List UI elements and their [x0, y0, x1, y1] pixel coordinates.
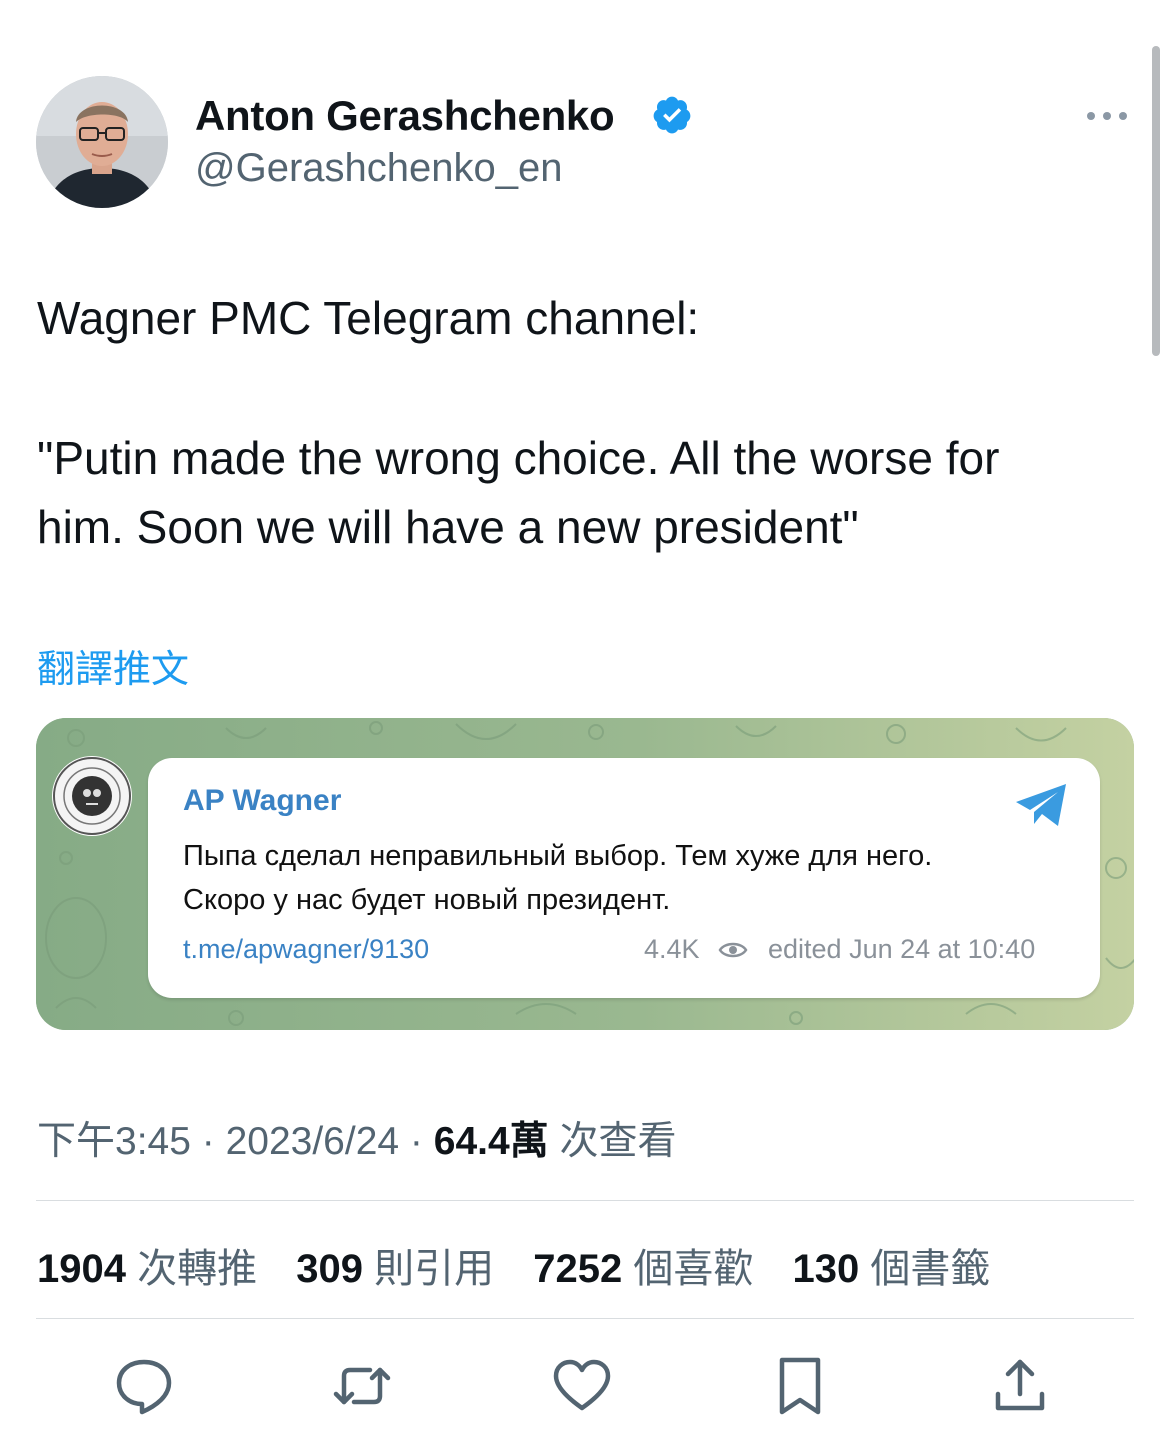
quotes-label: 則引用 — [374, 1247, 495, 1291]
engagement-stats: 1904 次轉推 309 則引用 7252 個喜歡 130 個書籤 — [37, 1236, 1018, 1294]
telegram-message-link: t.me/apwagner/9130 — [183, 934, 430, 964]
retweets-count: 1904 — [37, 1247, 126, 1291]
telegram-channel-name: AP Wagner — [183, 784, 342, 817]
bookmarks-stat[interactable]: 130 個書籤 — [792, 1247, 990, 1291]
like-icon[interactable] — [552, 1356, 612, 1416]
scrollbar[interactable] — [1152, 46, 1160, 356]
telegram-plane-icon — [1016, 784, 1066, 826]
divider — [36, 1318, 1134, 1319]
verified-badge-icon — [653, 96, 691, 134]
tweet-media-image[interactable]: AP Wagner Пыпа сделал неправильный выбор… — [36, 718, 1134, 1030]
telegram-channel-avatar — [52, 756, 132, 836]
telegram-edited-time: edited Jun 24 at 10:40 — [768, 934, 1036, 964]
tweet-meta: 下午3:45 · 2023/6/24 · 64.4萬 次查看 — [37, 1110, 677, 1166]
retweets-stat[interactable]: 1904 次轉推 — [37, 1247, 257, 1291]
telegram-message-line: Скоро у нас будет новый президент. — [183, 884, 671, 916]
likes-stat[interactable]: 7252 個喜歡 — [533, 1247, 753, 1291]
telegram-message-card: AP Wagner Пыпа сделал неправильный выбор… — [148, 758, 1100, 998]
share-icon[interactable] — [990, 1356, 1050, 1416]
eye-icon — [718, 942, 748, 958]
reply-icon[interactable] — [114, 1356, 174, 1416]
telegram-views-count: 4.4K — [644, 934, 700, 964]
author-name[interactable]: Anton Gerashchenko — [195, 92, 615, 140]
likes-count: 7252 — [533, 1247, 623, 1291]
more-options-icon[interactable] — [1084, 104, 1130, 128]
tweet-text-line: Wagner PMC Telegram channel: — [37, 292, 700, 344]
author-avatar[interactable] — [36, 76, 168, 208]
views-count: 64.4萬 — [433, 1120, 549, 1163]
quotes-stat[interactable]: 309 則引用 — [296, 1247, 494, 1291]
retweet-icon[interactable] — [332, 1356, 392, 1416]
tweet-detail-page: Anton Gerashchenko @Gerashchenko_en Wagn… — [0, 0, 1169, 1447]
telegram-message-line: Пыпа сделал неправильный выбор. Тем хуже… — [183, 840, 933, 872]
meta-separator: · — [190, 1120, 226, 1163]
retweets-label: 次轉推 — [137, 1247, 258, 1291]
likes-label: 個喜歡 — [633, 1247, 754, 1291]
meta-separator: · — [399, 1120, 434, 1163]
tweet-text-line: him. Soon we will have a new president" — [37, 501, 859, 553]
quotes-count: 309 — [296, 1247, 363, 1291]
author-handle[interactable]: @Gerashchenko_en — [195, 146, 563, 191]
bookmarks-label: 個書籤 — [870, 1247, 991, 1291]
views-label: 次查看 — [548, 1120, 677, 1163]
divider — [36, 1200, 1134, 1201]
translate-tweet-link[interactable]: 翻譯推文 — [37, 638, 189, 693]
bookmarks-count: 130 — [792, 1247, 860, 1291]
tweet-time[interactable]: 下午3:45 — [37, 1120, 191, 1163]
bookmark-icon[interactable] — [770, 1356, 830, 1416]
tweet-text-line: "Putin made the wrong choice. All the wo… — [37, 432, 1000, 484]
tweet-date[interactable]: 2023/6/24 — [226, 1120, 400, 1163]
